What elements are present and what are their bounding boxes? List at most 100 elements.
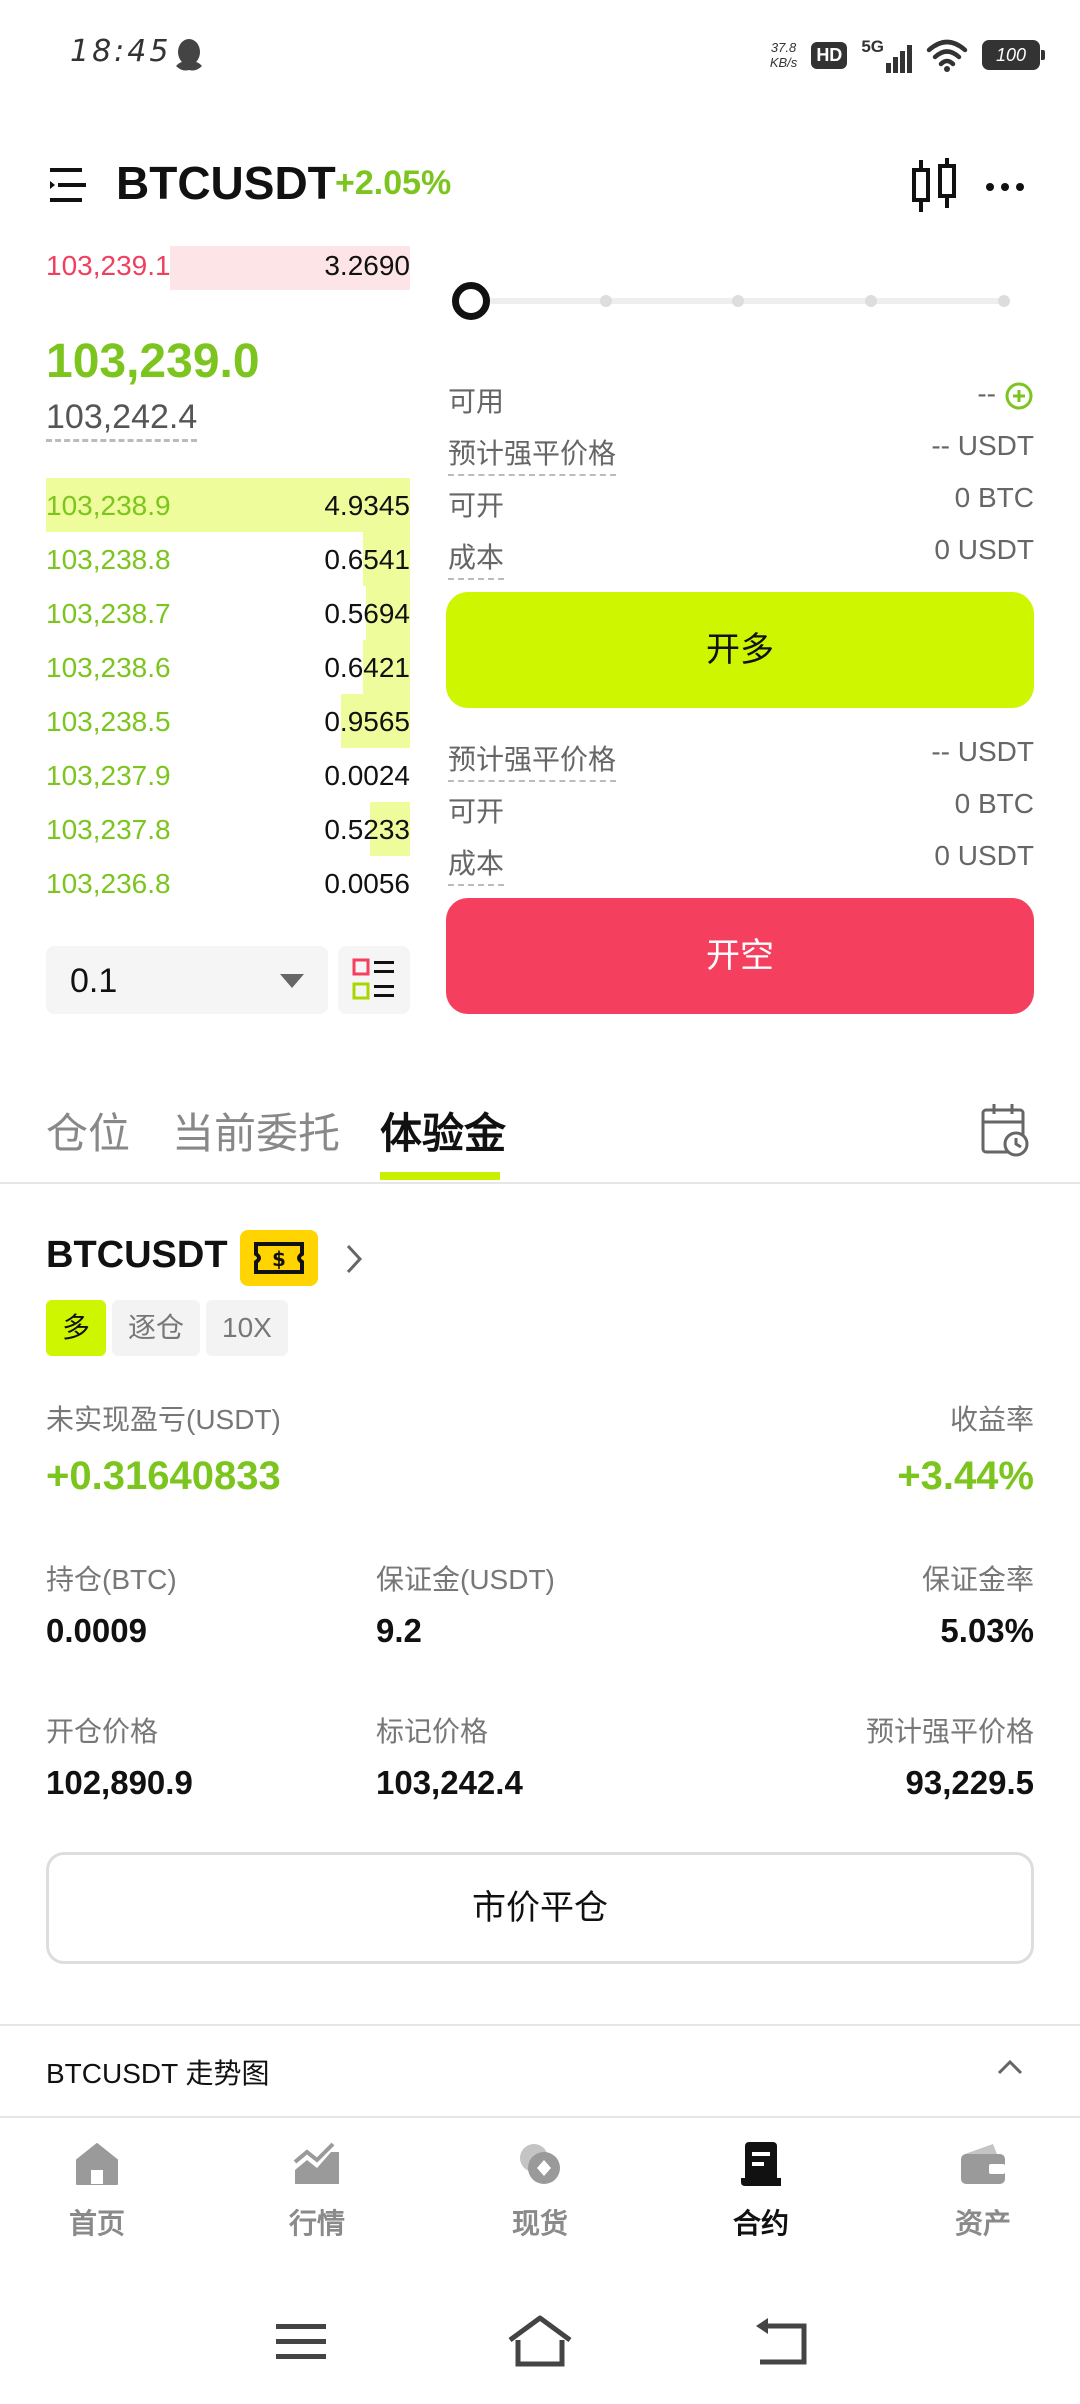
menu-icon[interactable] [50,166,94,204]
add-funds-icon[interactable] [1004,381,1034,411]
entry-price-value: 102,890.9 [46,1764,193,1801]
app-header: BTCUSDT +2.05% [0,140,1080,230]
history-calendar-icon[interactable] [980,1102,1030,1158]
bid-price: 103,238.8 [46,544,171,575]
mark-price-value: 103,242.4 [376,1764,523,1801]
bid-price: 103,238.6 [46,652,171,683]
position-symbol[interactable]: BTCUSDT [46,1234,228,1277]
qty-step-value: 0.1 [70,962,118,1000]
tab-open-orders[interactable]: 当前委托 [172,1100,340,1161]
bid-price: 103,238.7 [46,598,171,629]
battery-icon: 100 [982,40,1045,70]
recent-apps-icon[interactable] [274,2320,328,2364]
back-icon[interactable] [752,2316,810,2368]
long-info-label[interactable]: 预计强平价格 [448,432,617,476]
system-nav [0,2300,1080,2390]
pair-title[interactable]: BTCUSDT [116,156,336,210]
contract-icon [741,2142,781,2186]
short-info-value: -- USDT [931,736,1034,767]
liq-price-label: 预计强平价格 [865,1716,1034,1747]
status-bar: 18:45 37.8 KB/s HD 5G 100 [0,0,1080,110]
unrealized-pnl-value: +0.31640833 [46,1454,281,1498]
net-speed: 37.8 KB/s [769,40,798,70]
bid-qty: 0.6421 [324,652,410,683]
market-close-button[interactable]: 市价平仓 [46,1852,1034,1964]
short-info-value: 0 BTC [954,788,1034,819]
bid-row[interactable]: 103,238.7 0.5694 [46,586,410,640]
bid-row[interactable]: 103,238.8 0.6541 [46,532,410,586]
long-info-row: 可开 0 BTC [448,480,1034,521]
nav-assets[interactable]: 资产 [918,2138,1048,2242]
price-change: +2.05% [335,164,452,202]
tab-trial-fund[interactable]: 体验金 [380,1100,506,1161]
margin-ratio-label: 保证金率 [921,1564,1034,1595]
short-info-value: 0 USDT [934,840,1034,871]
ask-qty: 3.2690 [324,250,410,281]
ask-row[interactable]: 103,239.1 3.2690 [46,246,410,290]
chevron-down-icon [280,974,304,988]
signal-icon: 5G [861,37,912,73]
wallet-icon [961,2144,1005,2184]
voucher-icon: $ [254,1242,304,1274]
chevron-right-icon[interactable] [344,1242,366,1276]
hd-badge: HD [811,41,848,69]
last-price[interactable]: 103,239.0 [46,334,260,389]
bid-list: 103,238.9 4.9345 103,238.8 0.6541 103,238.7 0… [46,478,410,910]
bid-row[interactable]: 103,236.8 0.0056 [46,856,410,910]
short-info-row: 成本 0 USDT [448,838,1034,886]
available-row: 可用 -- [448,376,1034,417]
short-info-label[interactable]: 成本 [448,842,505,886]
bottom-nav: 首页 行情 现货 合约 资产 [0,2118,1080,2268]
long-info-row: 预计强平价格 -- USDT [448,428,1034,476]
bid-row[interactable]: 103,238.9 4.9345 [46,478,410,532]
open-short-button[interactable]: 开空 [446,898,1034,1014]
mark-price[interactable]: 103,242.4 [46,398,198,442]
margin-label: 保证金(USDT) [376,1564,555,1595]
long-info-row: 成本 0 USDT [448,532,1034,580]
short-info-label[interactable]: 预计强平价格 [448,738,617,782]
margin-value: 9.2 [376,1612,422,1649]
candlestick-chart-icon[interactable] [910,158,958,214]
bid-qty: 4.9345 [324,490,410,521]
bid-row[interactable]: 103,237.9 0.0024 [46,748,410,802]
tab-positions[interactable]: 仓位 [46,1100,130,1161]
spot-icon [520,2144,560,2184]
open-long-button[interactable]: 开多 [446,592,1034,708]
wifi-icon [926,39,968,72]
long-info-value: 0 BTC [954,482,1034,513]
bid-row[interactable]: 103,238.6 0.6421 [46,640,410,694]
bid-price: 103,237.9 [46,760,171,791]
qty-step-select[interactable]: 0.1 [46,946,328,1014]
roe-label: 收益率 [949,1404,1034,1435]
leverage-slider[interactable] [452,278,1012,322]
nav-home[interactable]: 首页 [32,2138,162,2242]
trend-chart-title[interactable]: BTCUSDT 走势图 [46,2052,270,2092]
bid-qty: 0.9565 [324,706,410,737]
short-info-row: 可开 0 BTC [448,786,1034,827]
bid-price: 103,238.9 [46,490,171,521]
bid-price: 103,237.8 [46,814,171,845]
bid-row[interactable]: 103,237.8 0.5233 [46,802,410,856]
bid-qty: 0.5233 [324,814,410,845]
short-info-label: 可开 [448,796,505,827]
bid-price: 103,238.5 [46,706,171,737]
nav-contract[interactable]: 合约 [696,2138,826,2242]
bid-qty: 0.5694 [324,598,410,629]
orderbook-layout-button[interactable] [338,946,410,1014]
mark-price-label: 标记价格 [376,1716,489,1747]
bid-row[interactable]: 103,238.5 0.9565 [46,694,410,748]
long-info-label[interactable]: 成本 [448,536,505,580]
bid-qty: 0.0024 [324,760,410,791]
slider-thumb[interactable] [452,282,490,320]
orderbook-layout-icon [352,958,394,1000]
more-icon[interactable] [985,182,1025,192]
roe-value: +3.44% [897,1454,1034,1498]
qq-notification-icon [176,39,202,71]
nav-spot[interactable]: 现货 [475,2138,605,2242]
nav-market[interactable]: 行情 [252,2138,382,2242]
short-info-row: 预计强平价格 -- USDT [448,734,1034,782]
home-icon [76,2143,118,2185]
bid-qty: 0.0056 [324,868,410,899]
home-button-icon[interactable] [506,2314,574,2370]
chevron-up-icon[interactable] [996,2058,1024,2076]
